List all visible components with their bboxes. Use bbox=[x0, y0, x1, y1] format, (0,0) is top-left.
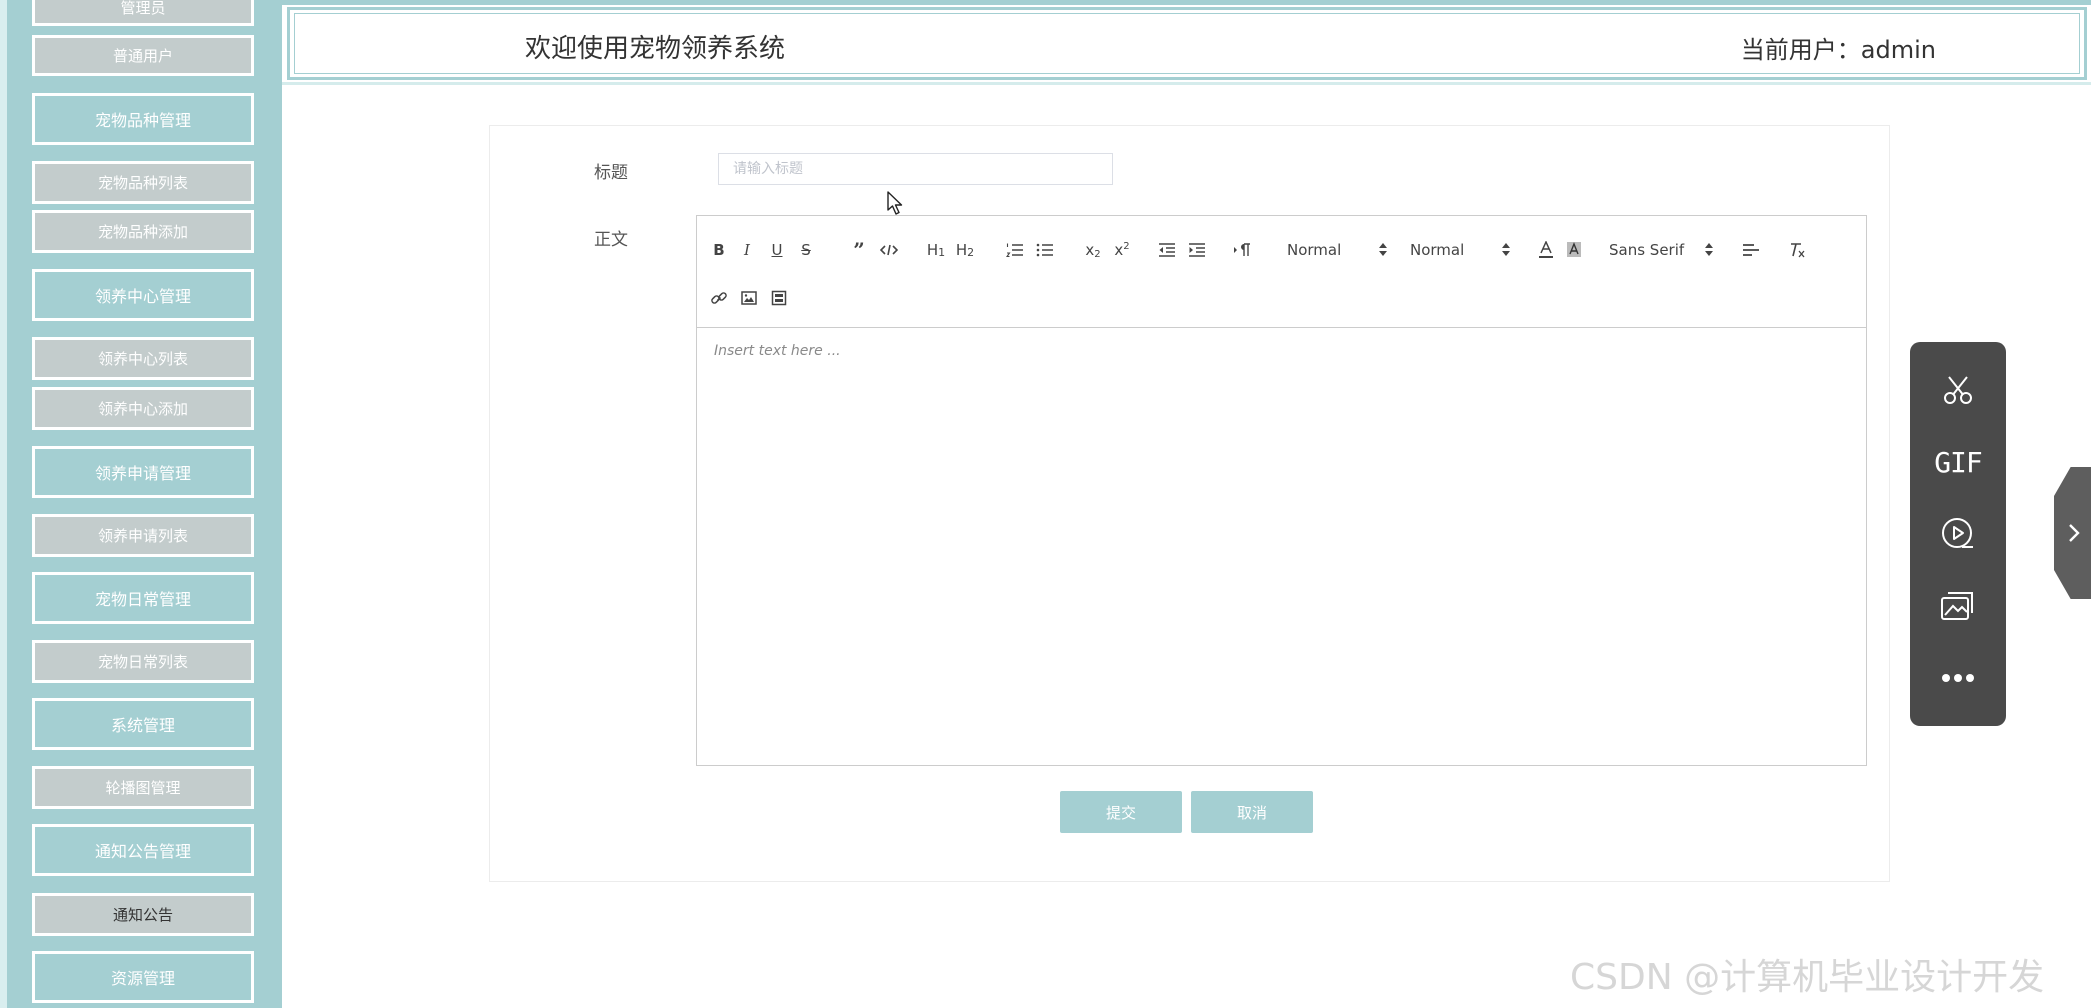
sidebar-item-label: 领养中心添加 bbox=[97, 400, 188, 418]
outdent-icon[interactable] bbox=[1157, 238, 1177, 262]
sidebar-item-label: 宠物品种管理 bbox=[94, 111, 191, 130]
sidebar-item-label: 通知公告管理 bbox=[94, 842, 191, 861]
ordered-list-icon[interactable] bbox=[1005, 238, 1025, 262]
font-picker[interactable]: Sans Serif bbox=[1609, 238, 1713, 262]
header-picker[interactable]: Normal bbox=[1410, 238, 1510, 262]
body-label: 正文 bbox=[594, 230, 628, 250]
strike-button[interactable]: S bbox=[798, 238, 814, 262]
sidebar-item-label: 领养中心管理 bbox=[94, 287, 191, 306]
link-icon[interactable] bbox=[709, 286, 729, 310]
blockquote-icon[interactable]: ” bbox=[850, 238, 868, 262]
h2-button[interactable]: H2 bbox=[954, 238, 976, 262]
record-icon[interactable] bbox=[1934, 510, 1982, 558]
sidebar-group-notice[interactable]: 通知公告管理 bbox=[32, 824, 254, 876]
sidebar-item-center-list[interactable]: 领养中心列表 bbox=[32, 337, 254, 380]
chevron-right-icon bbox=[2069, 524, 2080, 542]
video-icon[interactable] bbox=[769, 286, 789, 310]
indent-icon[interactable] bbox=[1187, 238, 1207, 262]
capture-toolbar: GIF bbox=[1910, 342, 2006, 726]
align-icon[interactable] bbox=[1741, 238, 1761, 262]
editor-placeholder: Insert text here ... bbox=[714, 343, 841, 359]
sidebar-item-notice[interactable]: 通知公告 bbox=[32, 893, 254, 936]
bullet-list-icon[interactable] bbox=[1035, 238, 1055, 262]
sidebar-item-carousel[interactable]: 轮播图管理 bbox=[32, 766, 254, 809]
bold-button[interactable]: B bbox=[709, 238, 729, 262]
sidebar: 管理员 普通用户 宠物品种管理 宠物品种列表 宠物品种添加 领养中心管理 领养中… bbox=[0, 0, 282, 1008]
sidebar-item-label: 管理员 bbox=[120, 0, 166, 17]
sidebar-item-admin[interactable]: 管理员 bbox=[32, 0, 254, 26]
sidebar-item-application-list[interactable]: 领养申请列表 bbox=[32, 514, 254, 557]
watermark: CSDN @计算机毕业设计开发 bbox=[1570, 957, 2045, 998]
subscript-button[interactable]: x2 bbox=[1082, 238, 1104, 262]
text-color-icon[interactable] bbox=[1537, 238, 1555, 262]
chevron-updown-icon bbox=[1502, 241, 1510, 259]
sidebar-item-normal-user[interactable]: 普通用户 bbox=[32, 35, 254, 76]
header: 欢迎使用宠物领养系统 当前用户：admin bbox=[287, 7, 2087, 80]
sidebar-edge bbox=[0, 0, 7, 1008]
sidebar-item-label: 普通用户 bbox=[112, 47, 173, 65]
cancel-button[interactable]: 取消 bbox=[1191, 791, 1313, 833]
sidebar-item-label: 轮播图管理 bbox=[105, 779, 181, 797]
sidebar-group-resource[interactable]: 资源管理 bbox=[32, 951, 254, 1003]
superscript-button[interactable]: x2 bbox=[1111, 238, 1133, 262]
h1-button[interactable]: H1 bbox=[925, 238, 947, 262]
header-top-strip bbox=[282, 0, 2091, 5]
gif-label: GIF bbox=[1934, 445, 1983, 479]
side-expand-tab[interactable] bbox=[2054, 467, 2091, 599]
header-picker-value: Normal bbox=[1410, 241, 1465, 259]
gallery-icon[interactable] bbox=[1934, 582, 1982, 630]
editor-content[interactable]: Insert text here ... bbox=[697, 329, 1866, 765]
page-title: 欢迎使用宠物领养系统 bbox=[525, 34, 786, 64]
clear-format-icon[interactable] bbox=[1787, 238, 1807, 262]
current-user: 当前用户：admin bbox=[1740, 36, 1936, 64]
sidebar-item-daily-list[interactable]: 宠物日常列表 bbox=[32, 640, 254, 683]
image-icon[interactable] bbox=[739, 286, 759, 310]
sidebar-item-center-add[interactable]: 领养中心添加 bbox=[32, 387, 254, 430]
sidebar-item-label: 通知公告 bbox=[112, 906, 173, 924]
sidebar-item-label: 资源管理 bbox=[110, 969, 175, 988]
code-block-icon[interactable] bbox=[879, 238, 899, 262]
header-divider bbox=[282, 82, 2091, 85]
text-direction-icon[interactable] bbox=[1232, 238, 1252, 262]
underline-button[interactable]: U bbox=[769, 238, 785, 262]
background-color-icon[interactable] bbox=[1565, 238, 1583, 262]
sidebar-group-application[interactable]: 领养申请管理 bbox=[32, 446, 254, 498]
rich-text-editor: B I U S ” H1 H2 x2 x2 Normal Normal Sans… bbox=[696, 215, 1867, 766]
title-label: 标题 bbox=[594, 163, 628, 183]
chevron-updown-icon bbox=[1705, 241, 1713, 259]
more-icon[interactable] bbox=[1934, 654, 1982, 702]
sidebar-group-system[interactable]: 系统管理 bbox=[32, 698, 254, 750]
sidebar-item-label: 宠物日常管理 bbox=[94, 590, 191, 609]
italic-button[interactable]: I bbox=[739, 238, 755, 262]
sidebar-item-label: 宠物日常列表 bbox=[97, 653, 188, 671]
mouse-cursor-icon bbox=[886, 190, 904, 220]
sidebar-item-label: 领养申请列表 bbox=[97, 527, 188, 545]
sidebar-group-center[interactable]: 领养中心管理 bbox=[32, 269, 254, 321]
sidebar-item-breed-list[interactable]: 宠物品种列表 bbox=[32, 161, 254, 204]
sidebar-group-daily[interactable]: 宠物日常管理 bbox=[32, 572, 254, 624]
sidebar-item-label: 系统管理 bbox=[110, 716, 175, 735]
submit-button[interactable]: 提交 bbox=[1060, 791, 1182, 833]
editor-toolbar: B I U S ” H1 H2 x2 x2 Normal Normal Sans… bbox=[697, 216, 1866, 328]
font-picker-value: Sans Serif bbox=[1609, 241, 1685, 259]
size-picker-value: Normal bbox=[1287, 241, 1342, 259]
sidebar-item-label: 宠物品种列表 bbox=[97, 174, 188, 192]
sidebar-item-breed-add[interactable]: 宠物品种添加 bbox=[32, 210, 254, 253]
scissors-icon[interactable] bbox=[1934, 366, 1982, 414]
sidebar-item-label: 领养中心列表 bbox=[97, 350, 188, 368]
title-input[interactable] bbox=[718, 153, 1113, 185]
size-picker[interactable]: Normal bbox=[1287, 238, 1387, 262]
sidebar-item-label: 宠物品种添加 bbox=[97, 223, 188, 241]
sidebar-item-label: 领养申请管理 bbox=[94, 464, 191, 483]
chevron-updown-icon bbox=[1379, 241, 1387, 259]
gif-icon[interactable]: GIF bbox=[1934, 438, 1983, 486]
sidebar-group-breed[interactable]: 宠物品种管理 bbox=[32, 93, 254, 145]
